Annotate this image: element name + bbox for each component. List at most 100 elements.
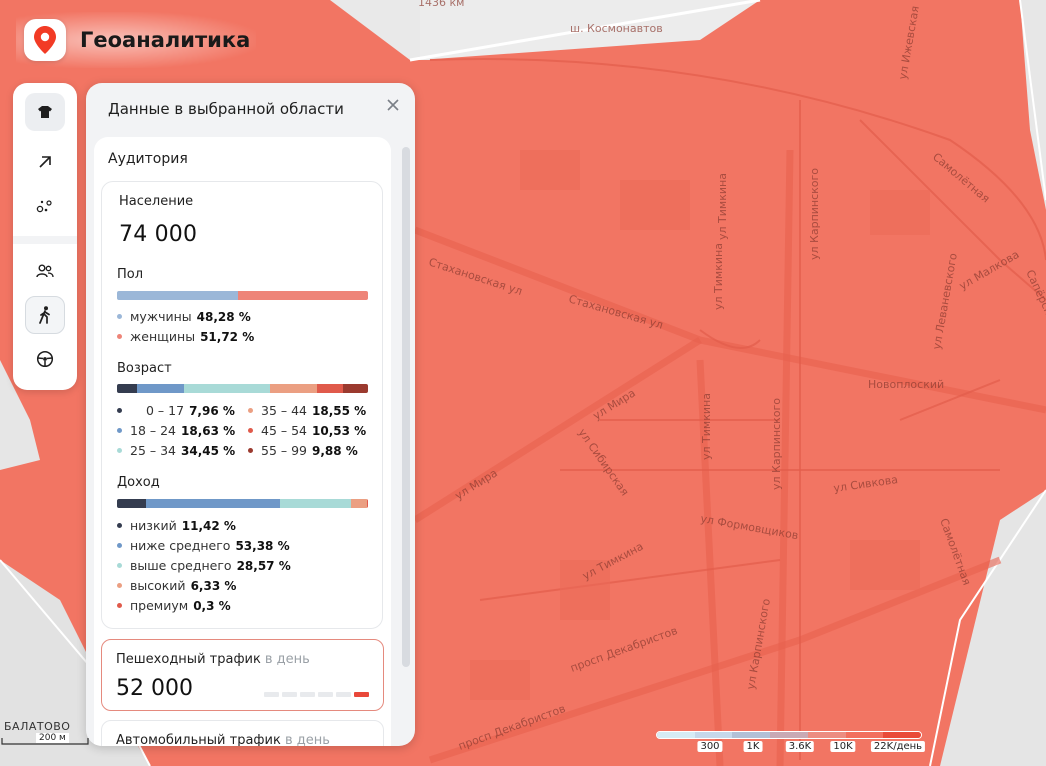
population-value: 74 000 <box>119 222 198 247</box>
legend-value: 51,72 % <box>200 329 255 344</box>
legend-label: выше среднего <box>130 558 232 573</box>
heat-legend-ticks: 300 1K 3.6K 10K 22K/день <box>656 739 926 753</box>
legend-color-step <box>770 732 808 738</box>
legend-value: 53,38 % <box>235 538 290 553</box>
street-label: ул Карпинского <box>808 168 821 260</box>
legend-label: 55 – 99 <box>261 443 308 458</box>
legend-age-35-44: 35 – 44 18,55 % <box>248 403 366 418</box>
level-step <box>336 692 351 697</box>
pedestrian-traffic-title: Пешеходный трафик в день <box>116 652 310 667</box>
legend-dot <box>117 334 122 339</box>
bar-segment <box>279 499 352 508</box>
legend-value: 18,55 % <box>312 403 367 418</box>
walking-person-icon[interactable] <box>25 296 65 334</box>
population-label: Население <box>119 194 194 209</box>
legend-value: 6,33 % <box>190 578 237 593</box>
legend-dot <box>117 408 122 413</box>
panel-scrollbar[interactable] <box>402 147 410 667</box>
legend-age-45-54: 45 – 54 10,53 % <box>248 423 366 438</box>
street-label: ш. Космонавтов <box>570 22 663 35</box>
audience-title: Аудитория <box>108 151 188 167</box>
street-label: ул Карпинского <box>770 398 783 490</box>
arrow-up-right-icon[interactable] <box>25 143 65 181</box>
toolbar-divider <box>13 236 77 244</box>
auto-traffic-label: Автомобильный трафик <box>116 733 281 746</box>
panel-title: Данные в выбранной области <box>108 100 344 118</box>
auto-traffic-title: Автомобильный трафик в день <box>116 733 330 746</box>
legend-dot <box>117 583 122 588</box>
legend-label: 45 – 54 <box>261 423 308 438</box>
map-scale-label: 200 м <box>36 733 69 743</box>
legend-dot <box>117 603 122 608</box>
age-title: Возраст <box>117 361 172 376</box>
legend-income-low: низкий 11,42 % <box>117 518 236 533</box>
people-icon[interactable] <box>25 252 65 290</box>
app-name: Геоаналитика <box>80 28 251 52</box>
legend-dot <box>248 408 253 413</box>
bar-segment <box>343 384 368 393</box>
tool-panel <box>13 83 77 390</box>
legend-value: 28,57 % <box>236 558 291 573</box>
legend-dot <box>248 428 253 433</box>
legend-color-step <box>657 732 695 738</box>
level-step <box>354 692 369 697</box>
legend-label: ниже среднего <box>130 538 231 553</box>
legend-dot <box>117 314 122 319</box>
legend-label: 35 – 44 <box>261 403 308 418</box>
audience-stats: Население 74 000 Пол мужчины 48,28 % женщ… <box>101 181 383 629</box>
bar-segment <box>238 291 368 300</box>
street-label: ул Тимкина <box>700 393 713 460</box>
income-title: Доход <box>117 475 160 490</box>
income-bar <box>117 499 368 508</box>
legend-value: 34,45 % <box>181 443 236 458</box>
legend-value: 9,88 % <box>312 443 358 458</box>
pedestrian-traffic-subtitle: в день <box>264 652 310 667</box>
legend-dot <box>248 448 253 453</box>
pedestrian-traffic-level <box>264 692 372 697</box>
auto-traffic-card[interactable]: Автомобильный трафик в день <box>101 720 384 746</box>
legend-tick: 22K/день <box>870 741 926 752</box>
legend-label: 18 – 24 <box>130 423 177 438</box>
legend-value: 10,53 % <box>312 423 367 438</box>
legend-age-0-17: 0 – 17 7,96 % <box>117 403 235 418</box>
legend-income-above-avg: выше среднего 28,57 % <box>117 558 291 573</box>
bar-segment <box>351 499 368 508</box>
legend-tick: 300 <box>697 741 723 752</box>
legend-age-55-99: 55 – 99 9,88 % <box>248 443 358 458</box>
legend-dot <box>117 523 122 528</box>
legend-income-high: высокий 6,33 % <box>117 578 236 593</box>
steering-wheel-icon[interactable] <box>25 340 65 378</box>
legend-tick: 1K <box>743 741 763 752</box>
legend-income-premium: премиум 0,3 % <box>117 598 231 613</box>
traffic-heat-legend: 300 1K 3.6K 10K 22K/день <box>656 731 926 753</box>
dots-icon[interactable] <box>25 187 65 225</box>
pedestrian-traffic-card[interactable]: Пешеходный трафик в день 52 000 <box>101 639 384 711</box>
auto-traffic-subtitle: в день <box>284 733 330 746</box>
legend-label: высокий <box>130 578 186 593</box>
legend-income-below-avg: ниже среднего 53,38 % <box>117 538 290 553</box>
km-marker: 1436 км <box>418 0 464 9</box>
level-step <box>300 692 315 697</box>
heat-legend-bar <box>656 731 922 739</box>
legend-value: 7,96 % <box>189 403 235 418</box>
legend-value: 0,3 % <box>193 598 231 613</box>
legend-label: премиум <box>130 598 189 613</box>
legend-dot <box>117 428 122 433</box>
brand: Геоаналитика <box>16 12 256 68</box>
legend-label: женщины <box>130 329 196 344</box>
legend-dot <box>117 563 122 568</box>
bar-segment <box>145 499 280 508</box>
street-label: ул Тимкина <box>712 243 725 310</box>
tshirt-icon[interactable] <box>25 93 65 131</box>
legend-color-step <box>694 732 733 738</box>
legend-dot <box>117 448 122 453</box>
legend-tick: 10K <box>830 741 856 752</box>
close-icon[interactable] <box>384 96 402 114</box>
legend-value: 11,42 % <box>181 518 236 533</box>
age-bar <box>117 384 368 393</box>
selected-area-panel: Данные в выбранной области Аудитория Нас… <box>86 83 415 746</box>
bar-segment <box>316 384 344 393</box>
district-label: БАЛАТОВО <box>4 720 71 733</box>
level-step <box>282 692 297 697</box>
legend-value: 18,63 % <box>181 423 236 438</box>
